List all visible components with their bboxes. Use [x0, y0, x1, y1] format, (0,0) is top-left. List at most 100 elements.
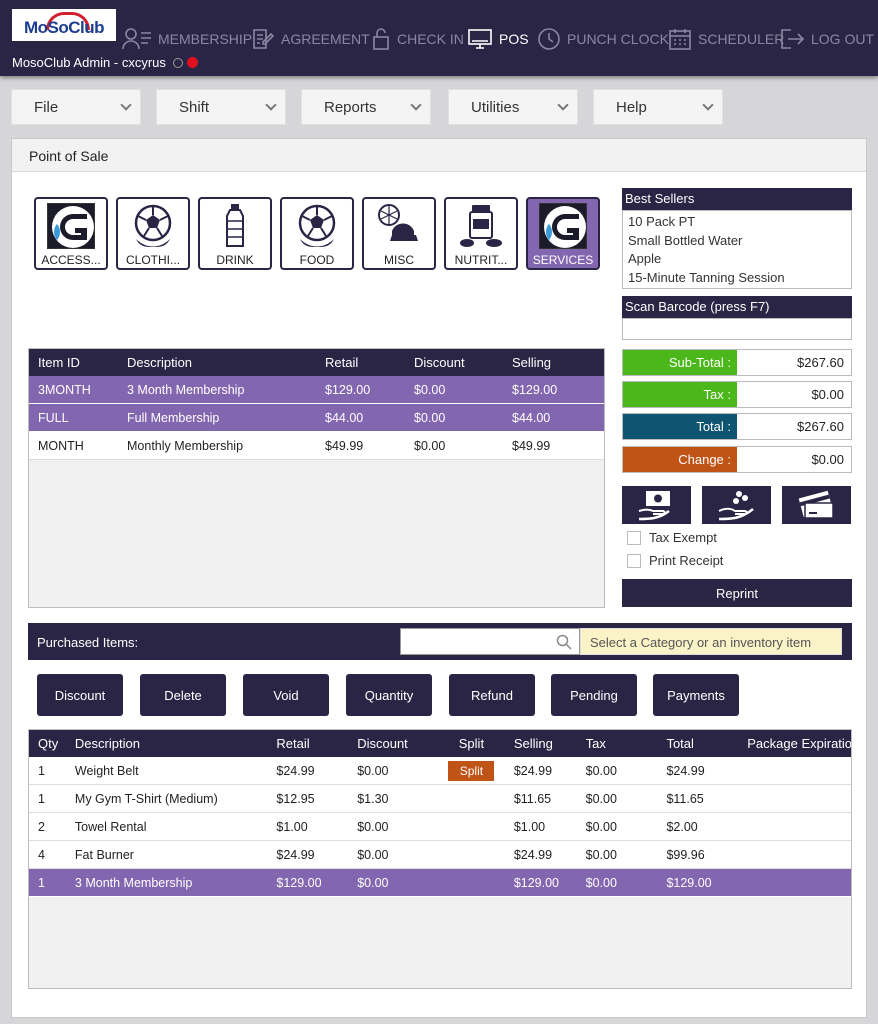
void-button[interactable]: Void [243, 674, 329, 716]
category-clothing[interactable]: CLOTHI... [116, 197, 190, 270]
purchased-items-label: Purchased Items: [37, 635, 139, 650]
total-value: $267.60 [737, 414, 851, 439]
total-row: Total : $267.60 [622, 413, 852, 440]
best-sellers-title: Best Sellers [622, 188, 852, 210]
nav-check-in[interactable]: CHECK IN [371, 27, 464, 51]
nav-pos[interactable]: POS [467, 27, 529, 51]
nav-agreement[interactable]: AGREEMENT [251, 27, 370, 51]
reprint-button[interactable]: Reprint [622, 579, 852, 607]
list-item[interactable]: 15-Minute Tanning Session [628, 269, 846, 288]
table-row[interactable]: 2 Towel Rental $1.00 $0.00 $1.00 $0.00 $… [29, 813, 851, 841]
purchased-grid-header: Qty Description Retail Discount Split Se… [29, 730, 851, 757]
supplement-icon [460, 204, 502, 247]
item-search-input[interactable] [400, 628, 580, 655]
table-row[interactable]: 4 Fat Burner $24.99 $0.00 $24.99 $0.00 $… [29, 841, 851, 869]
table-row[interactable]: FULL Full Membership $44.00 $0.00 $44.00 [29, 404, 604, 432]
change-row: Change : $0.00 [622, 446, 852, 473]
menu-reports[interactable]: Reports [301, 89, 431, 125]
monitor-icon [468, 29, 492, 49]
table-row[interactable]: MONTH Monthly Membership $49.99 $0.00 $4… [29, 432, 604, 460]
items-grid-header: Item ID Description Retail Discount Sell… [29, 349, 604, 376]
clock-status-icon [172, 57, 183, 68]
membership-icon [122, 28, 151, 50]
category-misc[interactable]: MISC [362, 197, 436, 270]
total-label: Total : [623, 414, 737, 439]
tax-label: Tax : [623, 382, 737, 407]
split-button[interactable]: Split [448, 760, 495, 781]
list-item[interactable]: 10 Pack PT [628, 213, 846, 232]
nav-scheduler[interactable]: SCHEDULER [668, 27, 784, 51]
subtotal-row: Sub-Total : $267.60 [622, 349, 852, 376]
search-icon[interactable] [556, 634, 572, 650]
status-indicator-icon [186, 57, 198, 68]
pos-panel: Point of Sale ACCESS... CLOTHI... DRINK … [11, 138, 867, 1018]
pending-button[interactable]: Pending [551, 674, 637, 716]
clock-icon [538, 28, 560, 50]
refund-button[interactable]: Refund [449, 674, 535, 716]
list-item[interactable]: Small Bottled Water [628, 232, 846, 251]
tax-exempt-checkbox[interactable]: Tax Exempt [627, 530, 717, 545]
logout-icon [781, 29, 805, 49]
menu-file[interactable]: File [11, 89, 141, 125]
mosoclub-logo[interactable]: MoSoClub [12, 9, 116, 41]
quantity-button[interactable]: Quantity [346, 674, 432, 716]
change-label: Change : [623, 447, 737, 472]
card-payment-button[interactable] [782, 486, 851, 524]
chevron-down-icon [410, 99, 422, 111]
misc-icon [378, 203, 418, 241]
purchased-items-bar: Purchased Items: Select a Category or an… [28, 623, 852, 660]
checkbox-box[interactable] [627, 553, 641, 568]
payments-button[interactable]: Payments [653, 674, 739, 716]
chevron-down-icon [265, 99, 277, 111]
chevron-down-icon [702, 99, 714, 111]
table-row[interactable]: 1 Weight Belt $24.99 $0.00 Split $24.99 … [29, 757, 851, 785]
cash-payment-button[interactable] [622, 486, 691, 524]
menu-utilities[interactable]: Utilities [448, 89, 578, 125]
soccer-ball-icon [298, 204, 336, 247]
change-value: $0.00 [737, 447, 851, 472]
cash-payment-icon [638, 491, 670, 521]
nav-membership[interactable]: MEMBERSHIP [122, 27, 252, 51]
menu-shift[interactable]: Shift [156, 89, 286, 125]
tip-button[interactable] [702, 486, 771, 524]
category-services[interactable]: SERVICES [526, 197, 600, 270]
panel-title: Point of Sale [12, 139, 866, 172]
category-nutrition[interactable]: NUTRIT... [444, 197, 518, 270]
nav-punch-clock[interactable]: PUNCH CLOCK [537, 27, 669, 51]
selection-hint: Select a Category or an inventory item [580, 628, 842, 655]
club-logo-icon [47, 202, 95, 249]
nav-log-out[interactable]: LOG OUT [779, 27, 874, 51]
table-row[interactable]: 1 My Gym T-Shirt (Medium) $12.95 $1.30 $… [29, 785, 851, 813]
list-item[interactable]: Apple [628, 250, 846, 269]
print-receipt-checkbox[interactable]: Print Receipt [627, 553, 723, 568]
items-grid: Item ID Description Retail Discount Sell… [28, 348, 605, 608]
delete-button[interactable]: Delete [140, 674, 226, 716]
checkbox-box[interactable] [627, 530, 641, 545]
table-row[interactable]: 3MONTH 3 Month Membership $129.00 $0.00 … [29, 376, 604, 404]
lock-icon [373, 28, 389, 50]
category-drink[interactable]: DRINK [198, 197, 272, 270]
best-sellers-list: 10 Pack PT Small Bottled Water Apple 15-… [622, 210, 852, 289]
category-accessories[interactable]: ACCESS... [34, 197, 108, 270]
scan-barcode-input[interactable] [622, 318, 852, 340]
table-row[interactable]: 1 3 Month Membership $129.00 $0.00 $129.… [29, 869, 851, 897]
bottle-icon [226, 203, 244, 247]
subtotal-label: Sub-Total : [623, 350, 737, 375]
chevron-down-icon [557, 99, 569, 111]
logo-text: MoSoClub [23, 18, 105, 37]
soccer-ball-icon [134, 204, 172, 247]
scan-barcode-label: Scan Barcode (press F7) [622, 296, 852, 318]
top-bar: MoSoClub MosoClub Admin - cxcyrus MEMBER… [0, 0, 878, 76]
purchased-items-grid: Qty Description Retail Discount Split Se… [28, 729, 852, 989]
subtotal-value: $267.60 [737, 350, 851, 375]
user-name: MosoClub Admin - cxcyrus [12, 55, 166, 70]
tax-value: $0.00 [737, 382, 851, 407]
discount-button[interactable]: Discount [37, 674, 123, 716]
category-food[interactable]: FOOD [280, 197, 354, 270]
chevron-down-icon [120, 99, 132, 111]
tax-row: Tax : $0.00 [622, 381, 852, 408]
card-payment-icon [798, 490, 834, 519]
club-logo-icon [539, 202, 587, 249]
menu-help[interactable]: Help [593, 89, 723, 125]
agreement-icon [253, 29, 275, 49]
